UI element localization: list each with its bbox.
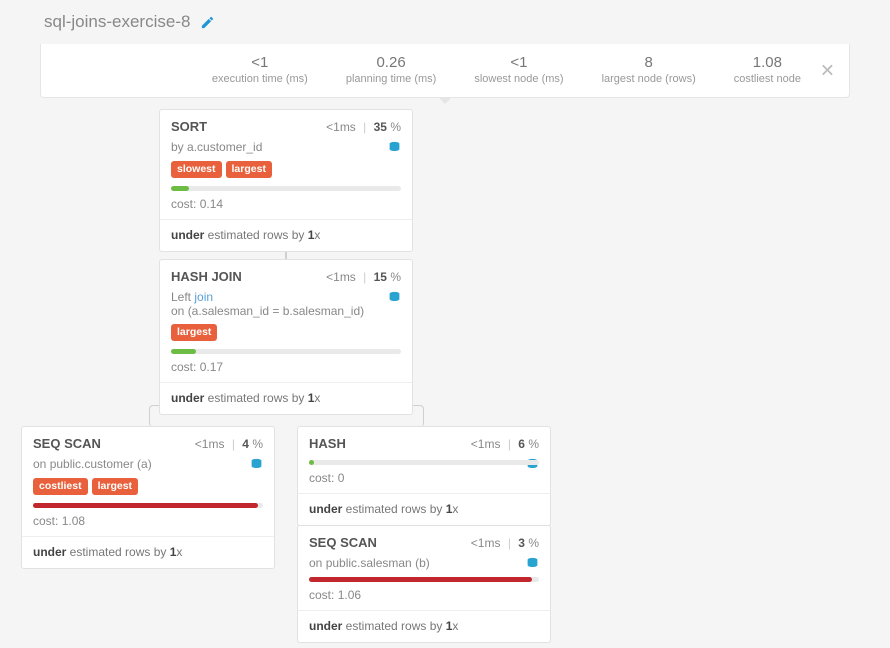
node-metrics: <1ms | 15 % <box>326 270 401 284</box>
estimate-row: under estimated rows by 1x <box>298 493 550 525</box>
node-subtitle: on public.salesman (b) <box>309 556 430 570</box>
node-title: SEQ SCAN <box>33 436 101 451</box>
tag-costliest: costliest <box>33 478 88 495</box>
node-subtitle: by a.customer_id <box>171 140 262 154</box>
page-title: sql-joins-exercise-8 <box>44 12 190 32</box>
node-title: SEQ SCAN <box>309 535 377 550</box>
database-icon[interactable] <box>388 140 401 155</box>
stat-slowest-node: <1 slowest node (ms) <box>474 54 563 85</box>
node-tags: slowest largest <box>160 161 412 186</box>
node-tags: largest <box>160 324 412 349</box>
database-icon[interactable] <box>388 290 401 305</box>
cost-bar <box>309 577 539 582</box>
cost-bar <box>171 349 401 354</box>
estimate-row: under estimated rows by 1x <box>298 610 550 642</box>
node-metrics: <1ms | 6 % <box>471 437 539 451</box>
node-title: HASH <box>309 436 346 451</box>
cost-bar <box>309 460 539 465</box>
node-metrics: <1ms | 3 % <box>471 536 539 550</box>
tag-largest: largest <box>226 161 272 178</box>
plan-node-sort[interactable]: SORT <1ms | 35 % by a.customer_id slowes… <box>159 109 413 252</box>
node-metrics: <1ms | 4 % <box>195 437 263 451</box>
cost-row: cost: 0 <box>298 471 550 493</box>
cost-row: cost: 1.08 <box>22 514 274 536</box>
node-metrics: <1ms | 35 % <box>326 120 401 134</box>
node-subtitle: Left join on (a.salesman_id = b.salesman… <box>171 290 364 318</box>
tag-slowest: slowest <box>171 161 222 178</box>
edit-icon[interactable] <box>200 12 215 32</box>
stat-planning-time: 0.26 planning time (ms) <box>346 54 436 85</box>
estimate-row: under estimated rows by 1x <box>160 219 412 251</box>
node-subtitle: on public.customer (a) <box>33 457 152 471</box>
stat-exec-time: <1 execution time (ms) <box>212 54 308 85</box>
estimate-row: under estimated rows by 1x <box>160 382 412 414</box>
plan-node-seqscan-customer[interactable]: SEQ SCAN <1ms | 4 % on public.customer (… <box>21 426 275 569</box>
node-tags: costliest largest <box>22 478 274 503</box>
database-icon[interactable] <box>526 556 539 571</box>
stats-bar: <1 execution time (ms) 0.26 planning tim… <box>40 44 850 98</box>
cost-bar <box>171 186 401 191</box>
plan-canvas: SORT <1ms | 35 % by a.customer_id slowes… <box>0 104 890 648</box>
notch-icon <box>438 97 452 104</box>
cost-row: cost: 1.06 <box>298 588 550 610</box>
node-title: HASH JOIN <box>171 269 242 284</box>
plan-node-hashjoin[interactable]: HASH JOIN <1ms | 15 % Left join on (a.sa… <box>159 259 413 415</box>
cost-row: cost: 0.14 <box>160 197 412 219</box>
cost-bar <box>33 503 263 508</box>
tag-largest: largest <box>171 324 217 341</box>
estimate-row: under estimated rows by 1x <box>22 536 274 568</box>
cost-row: cost: 0.17 <box>160 360 412 382</box>
plan-node-seqscan-salesman[interactable]: SEQ SCAN <1ms | 3 % on public.salesman (… <box>297 525 551 643</box>
tag-largest: largest <box>92 478 138 495</box>
database-icon[interactable] <box>250 457 263 472</box>
close-icon[interactable]: ✕ <box>820 60 835 81</box>
stat-costliest-node: 1.08 costliest node <box>734 54 801 85</box>
stat-largest-node: 8 largest node (rows) <box>602 54 696 85</box>
plan-node-hash[interactable]: HASH <1ms | 6 % cost: 0 under estimated … <box>297 426 551 526</box>
node-title: SORT <box>171 119 207 134</box>
